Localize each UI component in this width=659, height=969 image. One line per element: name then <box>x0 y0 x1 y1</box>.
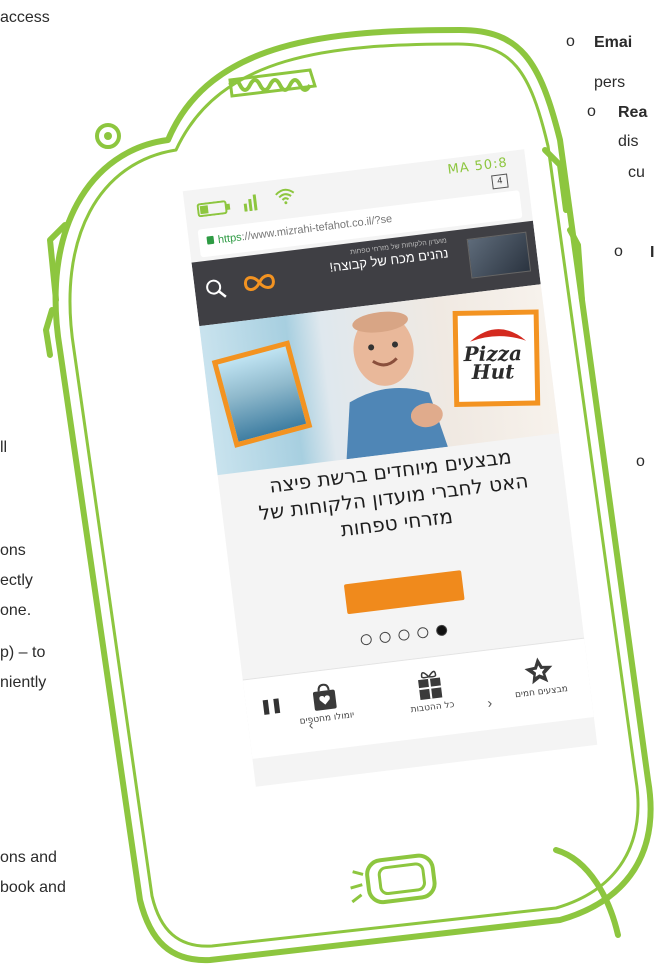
wifi-icon <box>275 188 295 205</box>
nav-item-hot-deals[interactable]: מבצעים חמים <box>502 652 576 701</box>
bottom-nav: ❚❚ ‹ יומולו מחטפים כל ההטבות › מבצעים חמ… <box>242 637 594 759</box>
search-icon[interactable] <box>204 277 229 302</box>
header-thumbnail <box>466 231 532 279</box>
carousel-dot-active[interactable] <box>435 624 448 637</box>
carousel-dot[interactable] <box>416 626 429 639</box>
battery-icon <box>196 200 231 218</box>
nav-label: כל ההטבות <box>410 699 455 716</box>
bag-heart-icon <box>312 683 337 711</box>
nav-label: יומולו מחטפים <box>299 710 355 727</box>
spokesperson-image <box>346 311 448 460</box>
pause-icon[interactable]: ❚❚ <box>259 696 282 715</box>
nav-label: מבצעים חמים <box>514 684 569 701</box>
nav-item-wishlist[interactable]: יומולו מחטפים <box>288 679 362 728</box>
gift-icon <box>418 670 443 701</box>
star-icon <box>524 657 553 685</box>
beach-photo <box>211 340 313 448</box>
carousel-dot[interactable] <box>378 631 392 644</box>
phone-screen: MA 50:8 4 https://www.mizrahi-tefahot.co… <box>182 149 598 787</box>
infinity-logo-icon[interactable] <box>241 271 277 295</box>
carousel-dots <box>360 624 448 646</box>
url-scheme: https <box>217 231 243 247</box>
nav-item-all-benefits[interactable]: כל ההטבות <box>393 666 468 717</box>
signal-icon <box>243 194 258 212</box>
pizza-brand-text: Pizza Hut <box>463 341 523 385</box>
chevron-right-icon[interactable]: › <box>486 694 493 710</box>
carousel-dot[interactable] <box>397 628 411 642</box>
lock-icon <box>206 235 215 245</box>
carousel-dot[interactable] <box>360 633 373 646</box>
cta-button[interactable] <box>343 570 465 615</box>
tab-count-button[interactable]: 4 <box>491 173 509 190</box>
